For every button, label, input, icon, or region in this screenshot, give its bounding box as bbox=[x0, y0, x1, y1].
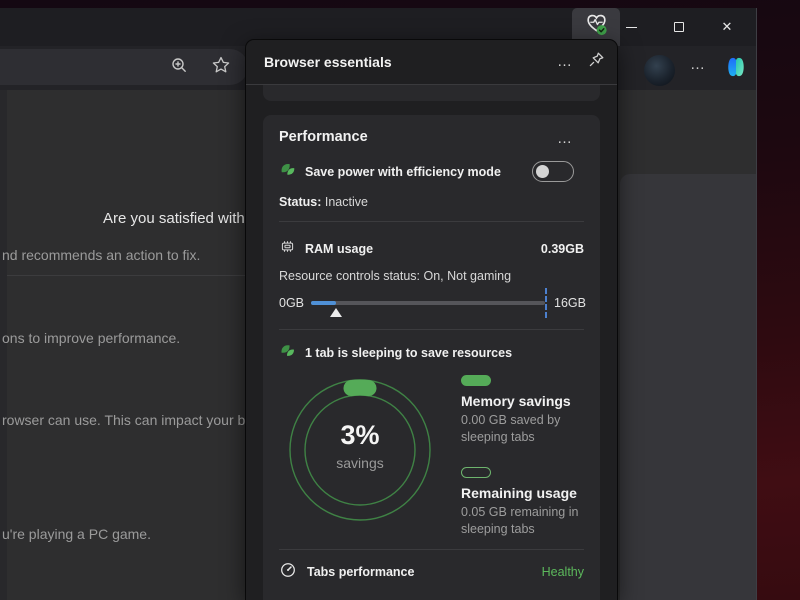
slider-min-label: 0GB bbox=[279, 296, 304, 310]
resource-controls-status: Resource controls status: On, Not gaming bbox=[279, 269, 511, 283]
tabs-performance-row[interactable]: Tabs performance Healthy bbox=[279, 561, 586, 583]
savings-caption: savings bbox=[287, 455, 433, 471]
sidebar-panel bbox=[620, 174, 757, 600]
slider-track[interactable] bbox=[311, 301, 545, 305]
memory-savings-desc: 0.00 GB saved by sleeping tabs bbox=[461, 412, 583, 445]
efficiency-mode-row: Save power with efficiency mode bbox=[279, 159, 584, 185]
minimize-button[interactable] bbox=[620, 16, 642, 38]
star-icon bbox=[211, 55, 231, 80]
legend-item-memory-savings: Memory savings 0.00 GB saved by sleeping… bbox=[461, 375, 591, 445]
efficiency-mode-toggle[interactable] bbox=[532, 161, 574, 182]
memory-savings-title: Memory savings bbox=[461, 393, 591, 409]
ellipsis-icon: … bbox=[557, 130, 573, 147]
slider-max-label: 16GB bbox=[554, 296, 586, 310]
minimize-icon bbox=[626, 27, 637, 28]
divider bbox=[279, 221, 584, 222]
ram-slider: 0GB 16GB bbox=[279, 291, 586, 315]
savings-donut-chart: 3% savings bbox=[287, 377, 433, 523]
zoom-in-icon bbox=[169, 55, 189, 80]
flyout-title: Browser essentials bbox=[264, 54, 392, 70]
efficiency-status: Status: Inactive bbox=[279, 195, 368, 209]
savings-percent: 3% bbox=[287, 421, 433, 451]
tabs-performance-label: Tabs performance bbox=[307, 565, 414, 579]
efficiency-leaf-heart-icon bbox=[279, 161, 296, 183]
sleeping-tabs-label: 1 tab is sleeping to save resources bbox=[305, 346, 512, 360]
ram-usage-row: RAM usage 0.39GB bbox=[279, 239, 584, 259]
legend-item-remaining-usage: Remaining usage 0.05 GB remaining in sle… bbox=[461, 467, 591, 537]
close-icon: ✕ bbox=[722, 19, 733, 35]
performance-more-button[interactable]: … bbox=[552, 125, 578, 151]
maximize-icon bbox=[674, 22, 684, 32]
profile-avatar[interactable] bbox=[644, 55, 675, 86]
memory-savings-swatch bbox=[461, 375, 491, 386]
status-label: Status: bbox=[279, 195, 321, 209]
ellipsis-icon: … bbox=[557, 53, 573, 70]
toggle-knob bbox=[536, 165, 549, 178]
leaf-icon bbox=[279, 342, 296, 364]
page-text-fragment: rowser can use. This can impact your bro… bbox=[2, 412, 268, 428]
desktop: ✕ … bbox=[0, 0, 800, 600]
efficiency-mode-label: Save power with efficiency mode bbox=[305, 165, 501, 179]
performance-title: Performance bbox=[279, 129, 368, 145]
copilot-button[interactable] bbox=[722, 53, 750, 81]
zoom-button[interactable] bbox=[168, 56, 190, 78]
pin-icon bbox=[586, 50, 606, 75]
page-text-fragment: nd recommends an action to fix. bbox=[2, 247, 200, 263]
divider bbox=[279, 549, 584, 550]
favorites-button[interactable] bbox=[210, 56, 232, 78]
ram-usage-value: 0.39GB bbox=[541, 242, 584, 256]
browser-essentials-heart-icon bbox=[583, 11, 610, 43]
remaining-usage-swatch bbox=[461, 467, 491, 478]
ram-chip-icon bbox=[279, 238, 296, 260]
tabs-performance-value: Healthy bbox=[542, 565, 584, 579]
slider-fill bbox=[311, 301, 336, 305]
copilot-icon bbox=[722, 68, 750, 85]
remaining-usage-title: Remaining usage bbox=[461, 485, 591, 501]
flyout-more-button[interactable]: … bbox=[552, 48, 578, 74]
slider-limit-line bbox=[545, 288, 547, 318]
page-text-fragment: ons to improve performance. bbox=[2, 330, 180, 346]
slider-marker[interactable] bbox=[330, 308, 342, 317]
settings-more-button[interactable]: … bbox=[686, 52, 710, 76]
browser-essentials-flyout: Browser essentials … Performance … bbox=[246, 40, 617, 600]
window-controls: ✕ bbox=[620, 8, 748, 46]
pin-button[interactable] bbox=[584, 50, 608, 74]
ellipsis-icon: … bbox=[690, 56, 706, 73]
gauge-icon bbox=[279, 561, 297, 584]
performance-card: Performance … Save power with efficiency… bbox=[263, 115, 600, 600]
divider bbox=[279, 329, 584, 330]
sleeping-tabs-row: 1 tab is sleeping to save resources bbox=[279, 343, 584, 363]
status-value: Inactive bbox=[325, 195, 368, 209]
remaining-usage-desc: 0.05 GB remaining in sleeping tabs bbox=[461, 504, 583, 537]
flyout-header: Browser essentials … bbox=[246, 40, 617, 84]
page-heading: Are you satisfied with pe bbox=[103, 210, 266, 227]
scrolled-card-bottom bbox=[263, 85, 600, 101]
ram-usage-label: RAM usage bbox=[305, 242, 373, 256]
maximize-button[interactable] bbox=[668, 16, 690, 38]
donut-center-text: 3% savings bbox=[287, 421, 433, 471]
page-text-fragment: u're playing a PC game. bbox=[2, 526, 151, 542]
close-button[interactable]: ✕ bbox=[716, 16, 738, 38]
donut-legend: Memory savings 0.00 GB saved by sleeping… bbox=[461, 375, 591, 537]
